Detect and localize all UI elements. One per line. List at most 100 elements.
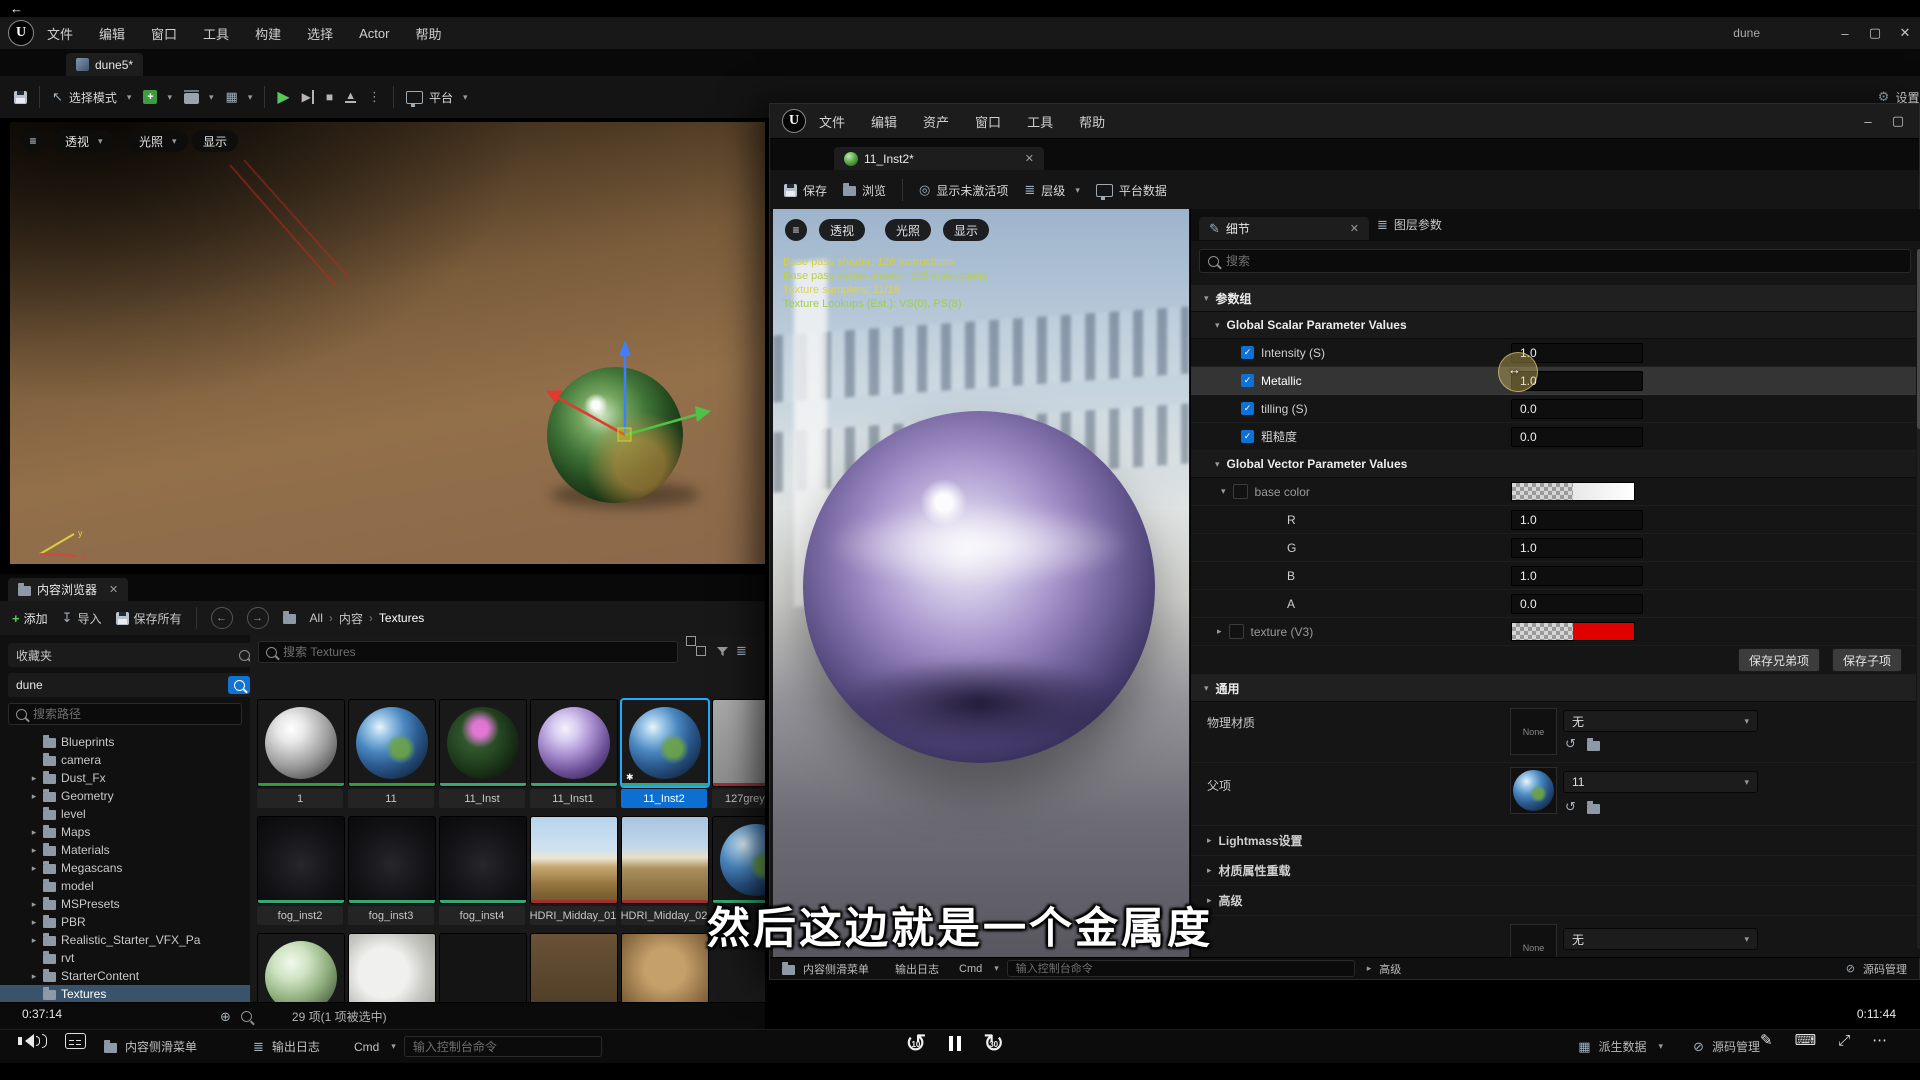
add-collection-icon[interactable]: ⊕ bbox=[220, 1009, 231, 1025]
nav-forward-button[interactable]: → bbox=[247, 607, 269, 629]
viewport-menu-button[interactable]: ≡ bbox=[785, 219, 807, 241]
menu-tools[interactable]: 工具 bbox=[190, 24, 242, 43]
maximize-button[interactable]: ▢ bbox=[1860, 17, 1890, 49]
details-search-field[interactable] bbox=[1199, 249, 1911, 273]
details-tab[interactable]: ✎ 细节 ✕ bbox=[1199, 217, 1369, 240]
level-viewport[interactable]: ≡ 透视 ▾ 光照 ▾ 显示 y x bbox=[10, 122, 765, 564]
play-icon[interactable]: ▶ bbox=[277, 87, 289, 107]
video-progress-bar[interactable] bbox=[0, 996, 1920, 1009]
settings-sliders-icon[interactable]: ≣ bbox=[736, 643, 747, 659]
param-row-tilling[interactable]: ✓ tilling (S) 0.0 bbox=[1191, 395, 1916, 423]
editor-minimize-button[interactable]: – bbox=[1853, 104, 1883, 138]
crumb-all[interactable]: All bbox=[310, 611, 323, 625]
volume-icon[interactable] bbox=[18, 1034, 47, 1048]
editor-cmd-button[interactable]: Cmd bbox=[959, 963, 982, 975]
asset-tile[interactable] bbox=[712, 816, 765, 904]
search-icon[interactable] bbox=[239, 650, 250, 661]
asset-tile[interactable]: 127grey_VT bbox=[712, 699, 765, 808]
editor-modes-button[interactable]: ▦ ▾ bbox=[226, 89, 253, 105]
param-value-field[interactable]: 0.0 bbox=[1511, 399, 1643, 419]
hierarchy-button[interactable]: ≣ 层级 ▾ bbox=[1024, 182, 1079, 199]
menu-file[interactable]: 文件 bbox=[34, 24, 86, 43]
vector-params-header[interactable]: ▾ Global Vector Parameter Values bbox=[1191, 451, 1916, 478]
close-button[interactable]: ✕ bbox=[1890, 17, 1920, 49]
path-search-field[interactable] bbox=[8, 703, 242, 725]
editor-menu-asset[interactable]: 资产 bbox=[910, 112, 962, 131]
perspective-button[interactable]: 透视 bbox=[819, 219, 865, 241]
use-selected-icon[interactable]: ↺ bbox=[1565, 736, 1576, 752]
skip-back-button[interactable]: ↺10 bbox=[905, 1030, 927, 1056]
physical-material-thumb[interactable]: None bbox=[1510, 708, 1557, 755]
show-inactive-button[interactable]: ◎ 显示未激活项 bbox=[919, 182, 1008, 199]
fullscreen-icon[interactable]: ⤢ bbox=[1838, 1032, 1850, 1049]
nav-back-button[interactable]: ← bbox=[211, 607, 233, 629]
parent-thumb[interactable] bbox=[1510, 767, 1557, 814]
add-actor-button[interactable]: + ▾ bbox=[143, 90, 172, 104]
crumb-content[interactable]: 内容 bbox=[339, 610, 363, 627]
param-row-base-color[interactable]: ▾ base color bbox=[1191, 478, 1916, 506]
channel-row-r[interactable]: R 1.0 bbox=[1191, 506, 1916, 534]
platform-data-button[interactable]: 平台数据 bbox=[1096, 182, 1167, 199]
expand-icon[interactable]: ▸ bbox=[30, 791, 38, 802]
expand-icon[interactable]: ▸ bbox=[30, 845, 38, 856]
perspective-button[interactable]: 透视 ▾ bbox=[54, 130, 114, 152]
checkbox-unchecked-icon[interactable] bbox=[1229, 624, 1244, 639]
tree-item-blueprints[interactable]: Blueprints bbox=[0, 733, 250, 751]
favorites-row[interactable]: 收藏夹 bbox=[8, 643, 251, 667]
add-button[interactable]: + 添加 bbox=[12, 610, 48, 627]
tree-item-camera[interactable]: camera bbox=[0, 751, 250, 769]
show-button[interactable]: 显示 bbox=[943, 219, 989, 241]
scalar-params-header[interactable]: ▾ Global Scalar Parameter Values bbox=[1191, 312, 1916, 339]
editor-menu-help[interactable]: 帮助 bbox=[1066, 112, 1118, 131]
checkbox-checked-icon[interactable]: ✓ bbox=[1241, 430, 1254, 443]
param-group-header[interactable]: ▾ 参数组 bbox=[1191, 285, 1916, 312]
material-preview-viewport[interactable]: ≡ 透视 光照 显示 Base pass shader: 126 instruc… bbox=[773, 209, 1189, 957]
editor-console-input[interactable] bbox=[1007, 960, 1355, 977]
filter-icon[interactable] bbox=[716, 645, 729, 658]
back-icon[interactable]: ← bbox=[10, 1, 23, 16]
kebab-icon[interactable]: ⋮ bbox=[368, 89, 381, 105]
checkbox-checked-icon[interactable]: ✓ bbox=[1241, 402, 1254, 415]
lit-button[interactable]: 光照 bbox=[885, 219, 931, 241]
checkbox-checked-icon[interactable]: ✓ bbox=[1241, 374, 1254, 387]
viewport-menu-button[interactable]: ≡ bbox=[22, 130, 44, 152]
channel-row-g[interactable]: G 1.0 bbox=[1191, 534, 1916, 562]
editor-advanced-button[interactable]: 高级 bbox=[1379, 961, 1401, 977]
expand-icon[interactable]: ▸ bbox=[30, 971, 38, 982]
editor-menu-edit[interactable]: 编辑 bbox=[858, 112, 910, 131]
menu-build[interactable]: 构建 bbox=[242, 24, 294, 43]
minimize-button[interactable]: – bbox=[1830, 17, 1860, 49]
tree-item-dust-fx[interactable]: ▸Dust_Fx bbox=[0, 769, 250, 787]
search-icon[interactable] bbox=[241, 1011, 252, 1022]
channel-value-field[interactable]: 0.0 bbox=[1511, 594, 1643, 614]
platform-button[interactable]: 平台 ▾ bbox=[406, 89, 468, 106]
asset-tile[interactable]: 1 bbox=[257, 699, 345, 808]
path-search-input[interactable] bbox=[33, 707, 234, 721]
channel-value-field[interactable]: 1.0 bbox=[1511, 566, 1643, 586]
transform-gizmo[interactable] bbox=[515, 312, 735, 482]
level-tab[interactable]: dune5* bbox=[66, 53, 143, 76]
eject-icon[interactable]: ▲ bbox=[345, 91, 356, 103]
console-input[interactable] bbox=[404, 1036, 602, 1057]
tree-item-maps[interactable]: ▸Maps bbox=[0, 823, 250, 841]
physical-material-dropdown[interactable]: 无 ▾ bbox=[1563, 710, 1758, 732]
channel-row-a[interactable]: A 0.0 bbox=[1191, 590, 1916, 618]
asset-search-field[interactable] bbox=[258, 641, 678, 663]
notes-icon[interactable]: ✎ bbox=[1760, 1031, 1773, 1049]
chevron-right-icon[interactable]: ▸ bbox=[1217, 626, 1222, 637]
checkbox-checked-icon[interactable]: ✓ bbox=[1241, 346, 1254, 359]
color-swatch[interactable] bbox=[1511, 482, 1635, 501]
content-browser-tab[interactable]: 内容浏览器 ✕ bbox=[8, 578, 128, 601]
preview-sphere[interactable] bbox=[803, 411, 1155, 763]
pause-button[interactable] bbox=[949, 1036, 961, 1051]
parent-dropdown[interactable]: 11 ▾ bbox=[1563, 771, 1758, 793]
editor-content-drawer-button[interactable]: 内容侧滑菜单 bbox=[803, 961, 869, 977]
menu-help[interactable]: 帮助 bbox=[402, 24, 454, 43]
editor-menu-file[interactable]: 文件 bbox=[806, 112, 858, 131]
checkbox-unchecked-icon[interactable] bbox=[1233, 484, 1248, 499]
editor-maximize-button[interactable]: ▢ bbox=[1883, 104, 1913, 138]
editor-save-button[interactable]: 保存 bbox=[784, 182, 827, 199]
import-button[interactable]: ↧ 导入 bbox=[62, 610, 102, 627]
channel-value-field[interactable]: 1.0 bbox=[1511, 538, 1643, 558]
crumb-textures[interactable]: Textures bbox=[379, 611, 424, 625]
